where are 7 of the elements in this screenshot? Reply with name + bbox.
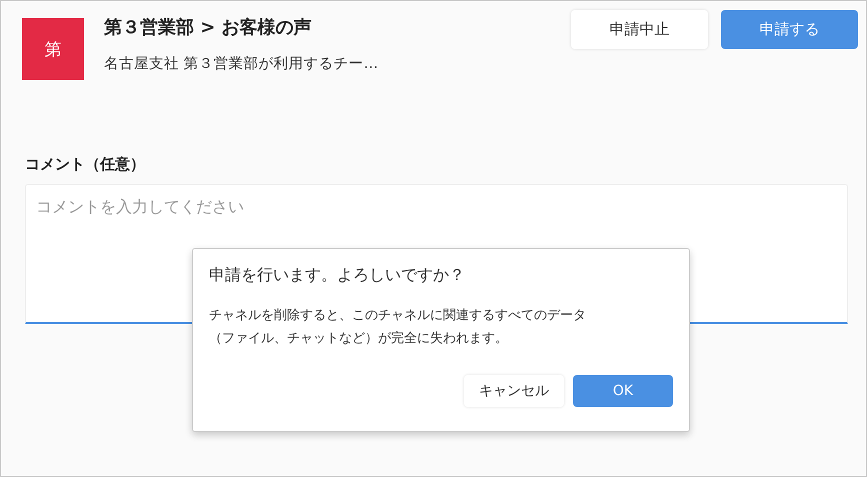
dialog-title: 申請を行います。よろしいですか？ bbox=[209, 265, 466, 286]
dialog-message: チャネルを削除すると、このチャネルに関連するすべてのデータ bbox=[209, 307, 587, 325]
comment-label: コメント（任意） bbox=[25, 155, 146, 174]
page-subtitle: 名古屋支社 第３営業部が利用するチー… bbox=[104, 54, 380, 73]
page-title: 第３営業部 > お客様の声 bbox=[104, 16, 313, 39]
team-avatar: 第 bbox=[22, 18, 84, 80]
dialog-message: （ファイル、チャットなど）が完全に失われます。 bbox=[209, 330, 509, 348]
